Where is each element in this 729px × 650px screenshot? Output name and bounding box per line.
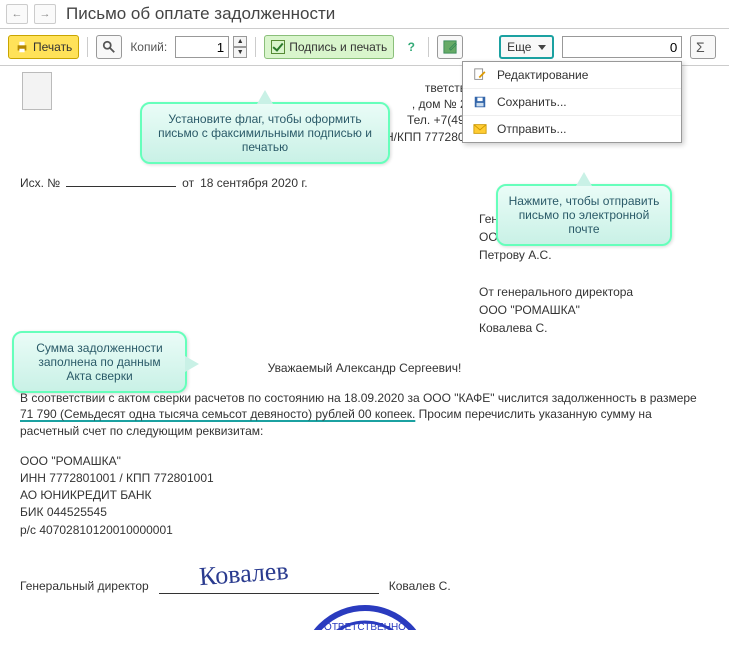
spinner-down-icon[interactable]: ▼ xyxy=(233,47,247,58)
signature-image: Ковалев xyxy=(198,553,290,594)
sender-line: Ковалева С. xyxy=(479,320,709,336)
mail-icon xyxy=(473,122,487,136)
sum-input[interactable] xyxy=(562,36,682,58)
sign-stamp-label: Подпись и печать xyxy=(289,40,387,54)
recipient-line: Петрову А.С. xyxy=(479,247,709,263)
edit-grid-button[interactable] xyxy=(437,35,463,59)
magnifier-icon xyxy=(102,40,116,54)
callout-sign-stamp: Установите флаг, чтобы оформить письмо с… xyxy=(140,102,390,164)
menu-item-save[interactable]: Сохранить... xyxy=(463,88,681,115)
floppy-icon xyxy=(473,95,487,109)
stamp-image: ОТВЕТСТВЕННО xyxy=(295,600,435,630)
menu-item-label: Отправить... xyxy=(497,122,567,136)
out-date: 18 сентября 2020 г. xyxy=(200,175,308,191)
menu-item-edit[interactable]: Редактирование xyxy=(463,62,681,88)
printer-icon xyxy=(15,40,29,54)
req-line: р/с 40702810120010000001 xyxy=(20,522,709,538)
sigma-icon: Σ xyxy=(696,39,705,55)
preview-button[interactable] xyxy=(96,35,122,59)
copies-label: Копий: xyxy=(130,40,167,54)
question-icon: ? xyxy=(408,40,415,54)
signer-name: Ковалев С. xyxy=(389,578,451,594)
callout-send: Нажмите, чтобы отправить письмо по элект… xyxy=(496,184,672,246)
callout-amount: Сумма задолженности заполнена по данным … xyxy=(12,331,187,393)
print-label: Печать xyxy=(33,40,72,54)
callout-text: Установите флаг, чтобы оформить письмо с… xyxy=(158,112,372,154)
sigma-button[interactable]: Σ xyxy=(690,35,716,59)
callout-text: Сумма задолженности заполнена по данным … xyxy=(36,341,162,383)
req-line: ИНН 7772801001 / КПП 772801001 xyxy=(20,470,709,486)
menu-item-label: Редактирование xyxy=(497,68,588,82)
signature-row: Генеральный директор Ковалев Ковалев С. xyxy=(20,560,709,594)
chevron-down-icon xyxy=(538,45,546,50)
req-line: ООО "РОМАШКА" xyxy=(20,453,709,469)
toolbar: Печать Копий: ▲▼ Подпись и печать ? Еще … xyxy=(0,29,729,66)
arrow-left-icon: ← xyxy=(12,8,23,20)
out-prefix: Исх. № xyxy=(20,175,60,191)
spinner-up-icon[interactable]: ▲ xyxy=(233,36,247,47)
signature-line: Ковалев xyxy=(159,560,379,594)
callout-text: Нажмите, чтобы отправить письмо по элект… xyxy=(509,194,660,236)
separator xyxy=(255,37,256,57)
document-viewport: Установите флаг, чтобы оформить письмо с… xyxy=(0,66,729,650)
edit-doc-icon xyxy=(473,68,487,82)
nav-back-button[interactable]: ← xyxy=(6,4,28,24)
out-date-prefix: от xyxy=(182,175,194,191)
window-header: ← → Письмо об оплате задолженности xyxy=(0,0,729,29)
svg-text:ОТВЕТСТВЕННО: ОТВЕТСТВЕННО xyxy=(324,622,406,630)
signer-title: Генеральный директор xyxy=(20,578,149,594)
menu-item-label: Сохранить... xyxy=(497,95,567,109)
more-dropdown: Редактирование Сохранить... Отправить... xyxy=(462,61,682,143)
letter-body: В соответствии с актом сверки расчетов п… xyxy=(20,390,709,439)
req-line: БИК 044525545 xyxy=(20,504,709,520)
sender-line: ООО "РОМАШКА" xyxy=(479,302,709,318)
body-pre: В соответствии с актом сверки расчетов п… xyxy=(20,391,697,405)
page-title: Письмо об оплате задолженности xyxy=(66,4,335,24)
copies-spinner[interactable]: ▲▼ xyxy=(233,36,247,58)
sheet-thumbnail[interactable] xyxy=(22,72,52,110)
nav-forward-button[interactable]: → xyxy=(34,4,56,24)
separator xyxy=(87,37,88,57)
sender-line: От генерального директора xyxy=(479,284,709,300)
copies-input[interactable] xyxy=(175,36,229,58)
help-button[interactable]: ? xyxy=(402,38,420,56)
arrow-right-icon: → xyxy=(40,8,51,20)
sign-stamp-toggle[interactable]: Подпись и печать xyxy=(264,35,394,59)
more-label: Еще xyxy=(507,40,531,54)
out-number-blank xyxy=(66,175,176,187)
more-menu-button[interactable]: Еще xyxy=(499,35,554,59)
req-line: АО ЮНИКРЕДИТ БАНК xyxy=(20,487,709,503)
grid-pencil-icon xyxy=(443,40,457,54)
print-button[interactable]: Печать xyxy=(8,35,79,59)
requisites: ООО "РОМАШКА" ИНН 7772801001 / КПП 77280… xyxy=(20,453,709,538)
separator xyxy=(428,37,429,57)
menu-item-send[interactable]: Отправить... xyxy=(463,115,681,142)
debt-amount: 71 790 (Семьдесят одна тысяча семьсот де… xyxy=(20,407,415,421)
checkbox-checked-icon xyxy=(271,40,285,54)
